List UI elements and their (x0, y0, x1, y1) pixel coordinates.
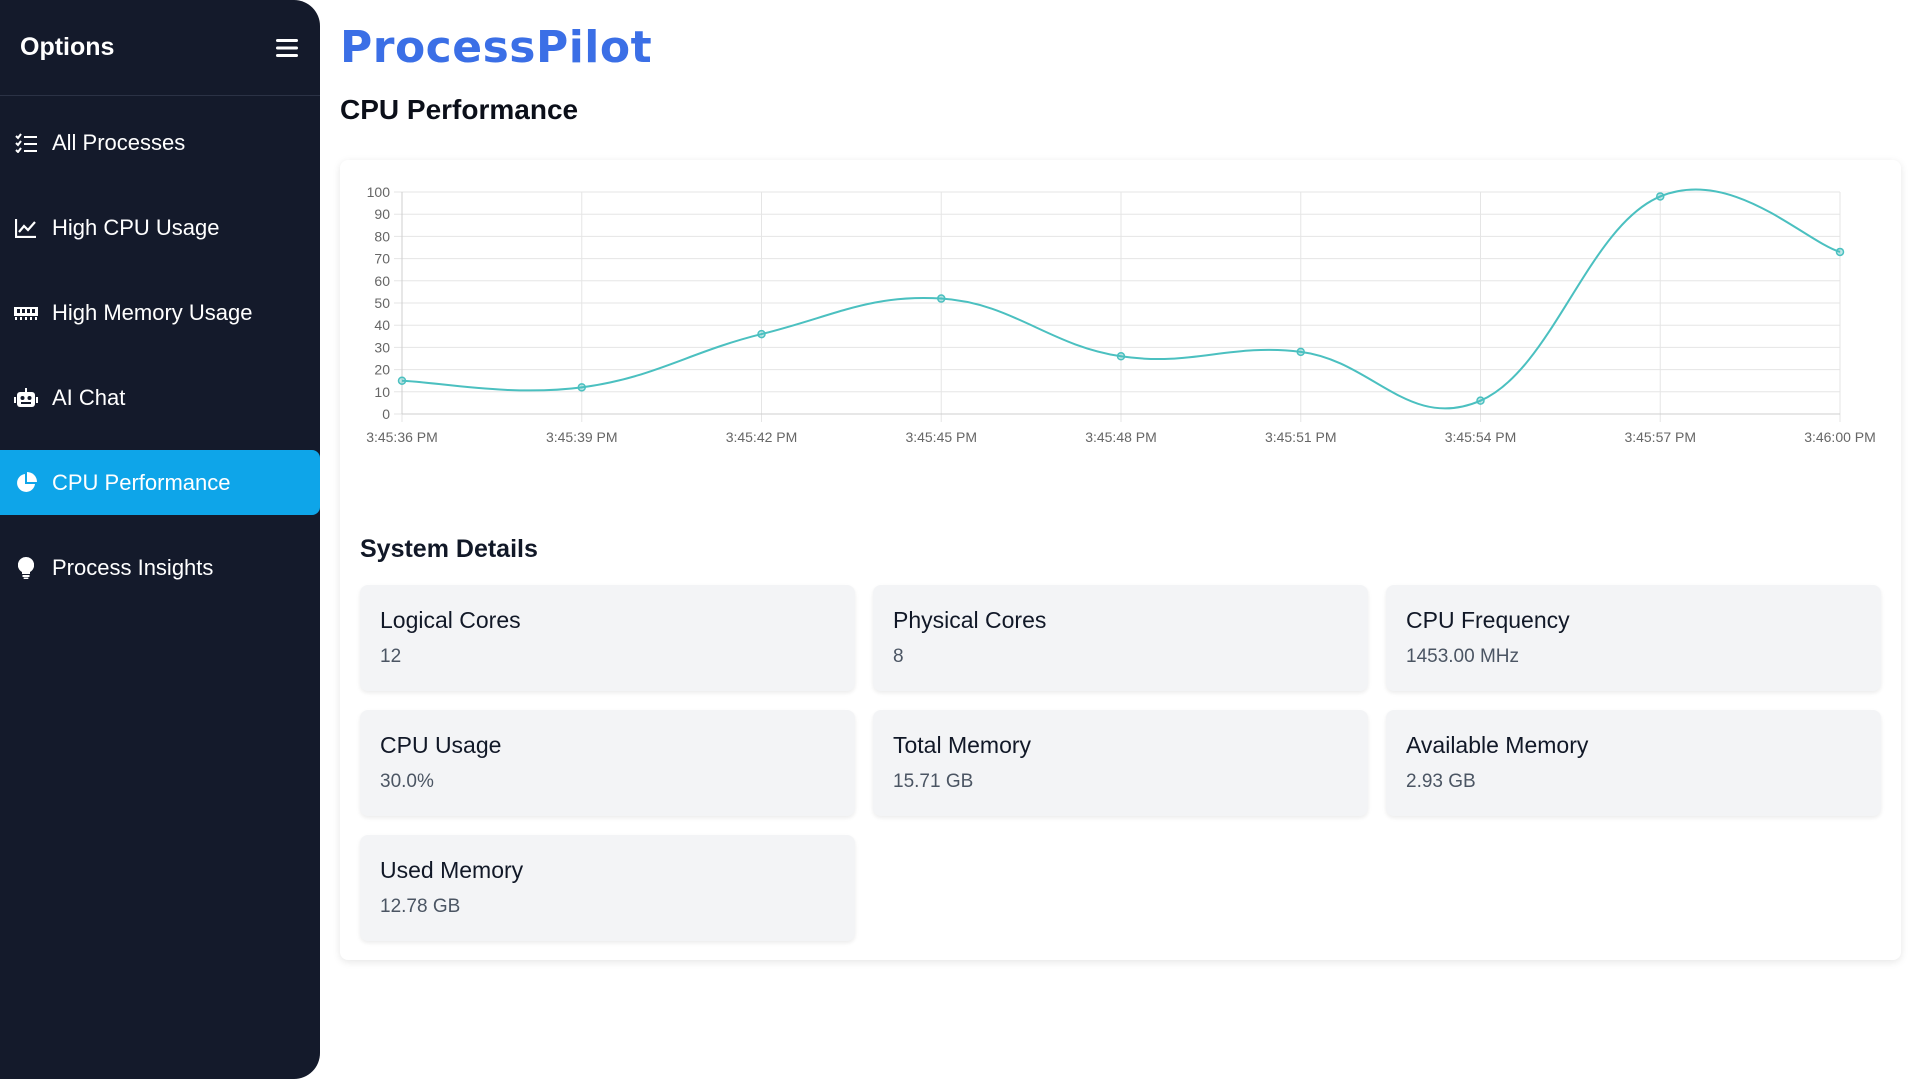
data-point (1835, 247, 1845, 257)
brand-logo: ProcessPilot (340, 22, 653, 73)
page-title: CPU Performance (340, 94, 579, 125)
data-point (1656, 192, 1665, 201)
x-tick-label: 3:45:45 PM (905, 429, 977, 445)
x-tick-label: 3:45:42 PM (726, 429, 798, 445)
y-tick-label: 80 (374, 228, 390, 244)
sidebar-item-all-processes[interactable]: All Processes (0, 110, 320, 175)
y-tick-label: 0 (382, 406, 390, 422)
y-tick-label: 100 (367, 184, 391, 200)
tile-value: 12 (380, 646, 402, 667)
y-tick-label: 10 (374, 384, 390, 400)
sidebar: Options All Processes High CPU Usage Hig… (0, 0, 320, 1079)
y-tick-label: 40 (374, 317, 390, 333)
performance-card: 0 10 20 30 40 50 60 70 80 90 100 3:45:36 PM 3:45:39 … (340, 160, 1901, 960)
tile-label: Available Memory (1406, 732, 1589, 758)
tile-value: 1453.00 MHz (1406, 646, 1520, 667)
list-check-icon (14, 131, 38, 155)
tile-used-memory: Used Memory 12.78 GB (360, 835, 855, 941)
sidebar-item-label: Process Insights (52, 554, 214, 580)
chart-line-icon (14, 216, 38, 240)
sidebar-nav: All Processes High CPU Usage High Memory… (0, 96, 320, 600)
sidebar-header: Options (0, 0, 320, 96)
tile-total-memory: Total Memory 15.71 GB (873, 710, 1368, 816)
data-point (1116, 352, 1126, 361)
tile-value: 8 (893, 646, 904, 667)
system-details-title: System Details (360, 535, 538, 563)
y-tick-label: 50 (374, 295, 390, 311)
y-tick-label: 90 (374, 206, 390, 222)
tile-label: CPU Frequency (1406, 607, 1570, 633)
x-tick-label: 3:45:48 PM (1085, 429, 1157, 445)
sidebar-item-label: CPU Performance (52, 469, 231, 495)
tile-value: 30.0% (380, 771, 434, 792)
tile-label: Total Memory (893, 732, 1032, 758)
lightbulb-icon (14, 556, 38, 580)
pie-chart-icon (14, 471, 38, 495)
sidebar-item-label: AI Chat (52, 384, 126, 410)
robot-icon (14, 386, 38, 410)
sidebar-item-high-memory-usage[interactable]: High Memory Usage (0, 280, 320, 345)
memory-icon (14, 301, 38, 325)
sidebar-item-label: High CPU Usage (52, 214, 220, 240)
x-tick-label: 3:45:51 PM (1265, 429, 1337, 445)
tile-available-memory: Available Memory 2.93 GB (1386, 710, 1881, 816)
tile-label: Logical Cores (380, 607, 521, 633)
tile-value: 2.93 GB (1406, 771, 1476, 792)
data-point (1296, 347, 1305, 357)
system-details-grid: Logical Cores 12 Physical Cores 8 CPU Fr… (360, 585, 1881, 941)
y-tick-label: 60 (374, 273, 390, 289)
hamburger-icon[interactable] (274, 35, 300, 61)
y-tick-label: 20 (374, 362, 390, 378)
data-point (937, 294, 946, 303)
data-point (577, 383, 586, 392)
tile-cpu-frequency: CPU Frequency 1453.00 MHz (1386, 585, 1881, 691)
tile-value: 12.78 GB (380, 896, 461, 917)
sidebar-item-high-cpu-usage[interactable]: High CPU Usage (0, 195, 320, 260)
y-tick-label: 30 (374, 339, 390, 355)
x-tick-label: 3:45:54 PM (1445, 429, 1517, 445)
cpu-line-chart: 0 10 20 30 40 50 60 70 80 90 100 3:45:36 PM 3:45:39 … (366, 184, 1876, 445)
tile-cpu-usage: CPU Usage 30.0% (360, 710, 855, 816)
tile-label: Physical Cores (893, 607, 1047, 633)
x-tick-label: 3:45:39 PM (546, 429, 618, 445)
x-tick-label: 3:45:57 PM (1624, 429, 1696, 445)
sidebar-item-cpu-performance[interactable]: CPU Performance (0, 450, 320, 515)
sidebar-item-label: High Memory Usage (52, 299, 253, 325)
data-point (1476, 396, 1485, 405)
tile-label: Used Memory (380, 857, 524, 883)
data-point (757, 329, 766, 339)
sidebar-item-label: All Processes (52, 129, 186, 155)
sidebar-item-process-insights[interactable]: Process Insights (0, 535, 320, 600)
y-tick-label: 70 (374, 251, 390, 267)
tile-label: CPU Usage (380, 732, 502, 758)
tile-value: 15.71 GB (893, 771, 974, 792)
tile-physical-cores: Physical Cores 8 (873, 585, 1368, 691)
sidebar-item-ai-chat[interactable]: AI Chat (0, 365, 320, 430)
x-tick-label: 3:46:00 PM (1804, 429, 1876, 445)
tile-logical-cores: Logical Cores 12 (360, 585, 855, 691)
sidebar-title: Options (20, 33, 115, 61)
x-tick-label: 3:45:36 PM (366, 429, 438, 445)
data-point (397, 376, 407, 385)
